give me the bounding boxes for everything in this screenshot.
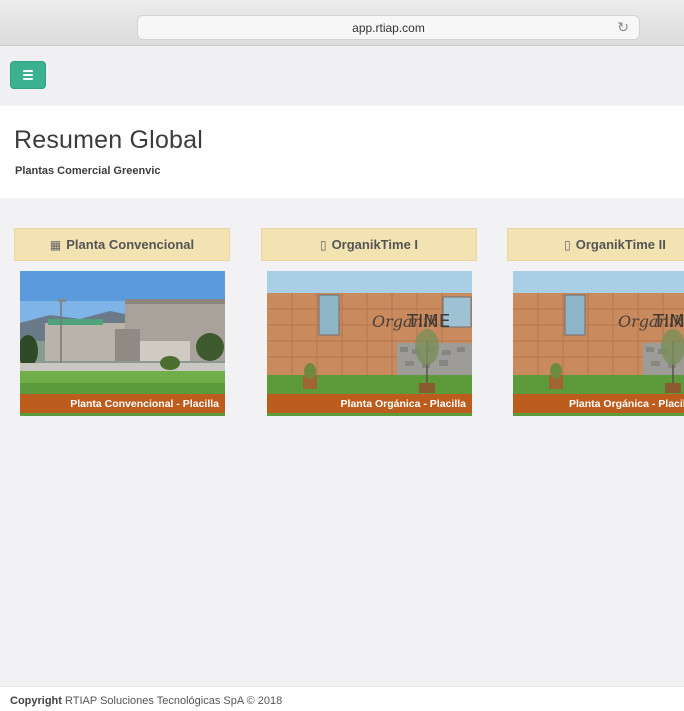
building-icon: ▯ [564,237,571,252]
hamburger-icon [23,70,33,72]
url-text: app.rtiap.com [352,20,425,35]
page-header: Resumen Global Plantas Comercial Greenvi… [0,106,684,198]
plant-caption: Planta Orgánica - Placilla [267,394,472,413]
hamburger-icon-bar [23,78,33,80]
plant-card[interactable]: ▯ OrganikTime II Organik TIME [507,228,684,416]
svg-text:TIME: TIME [652,311,684,332]
plant-card-title: OrganikTime I [331,237,419,252]
sidebar-toggle-button[interactable] [10,61,46,89]
building-icon: ▯ [319,237,327,252]
plant-photo[interactable]: Planta Convencional - Placilla [20,271,225,416]
plant-card-header[interactable]: ▦ Planta Convencional [14,228,230,261]
reload-icon[interactable]: ↻ [617,19,629,36]
plants-grid: ▦ Planta Convencional Planta Convenciona… [0,198,684,686]
top-navbar [0,47,684,105]
plant-caption: Planta Orgánica - Placilla [513,394,684,413]
footer-label: Copyright [10,695,62,707]
footer-text: RTIAP Soluciones Tecnológicas SpA © 2018 [65,695,283,707]
plant-card-title: Planta Convencional [66,237,195,252]
page-title: Resumen Global [14,126,204,154]
plant-card[interactable]: ▦ Planta Convencional Planta Convenciona… [14,228,230,416]
plant-card-header[interactable]: ▯ OrganikTime I [261,228,477,261]
address-bar[interactable]: app.rtiap.com ↻ [137,15,640,40]
app-root: app.rtiap.com ↻ Resumen Global Plantas C… [0,0,684,711]
building-icon: ▦ [49,237,62,252]
plant-card-title: OrganikTime II [575,237,666,252]
plant-photo[interactable]: Organik TIME Planta Orgánica - Placilla [267,271,472,416]
page-footer: Copyright RTIAP Soluciones Tecnológicas … [0,686,684,711]
plant-card[interactable]: ▯ OrganikTime I Organik TIME Planta Orgá… [261,228,477,416]
plant-photo[interactable]: Organik TIME Planta Orgánica - Placilla [513,271,684,416]
browser-toolbar: app.rtiap.com ↻ [0,0,684,46]
hamburger-icon-bar [23,74,33,76]
svg-text:TIME: TIME [406,311,450,332]
plant-caption: Planta Convencional - Placilla [20,394,225,413]
plant-card-header[interactable]: ▯ OrganikTime II [507,228,684,261]
page-subtitle: Plantas Comercial Greenvic [15,165,161,177]
